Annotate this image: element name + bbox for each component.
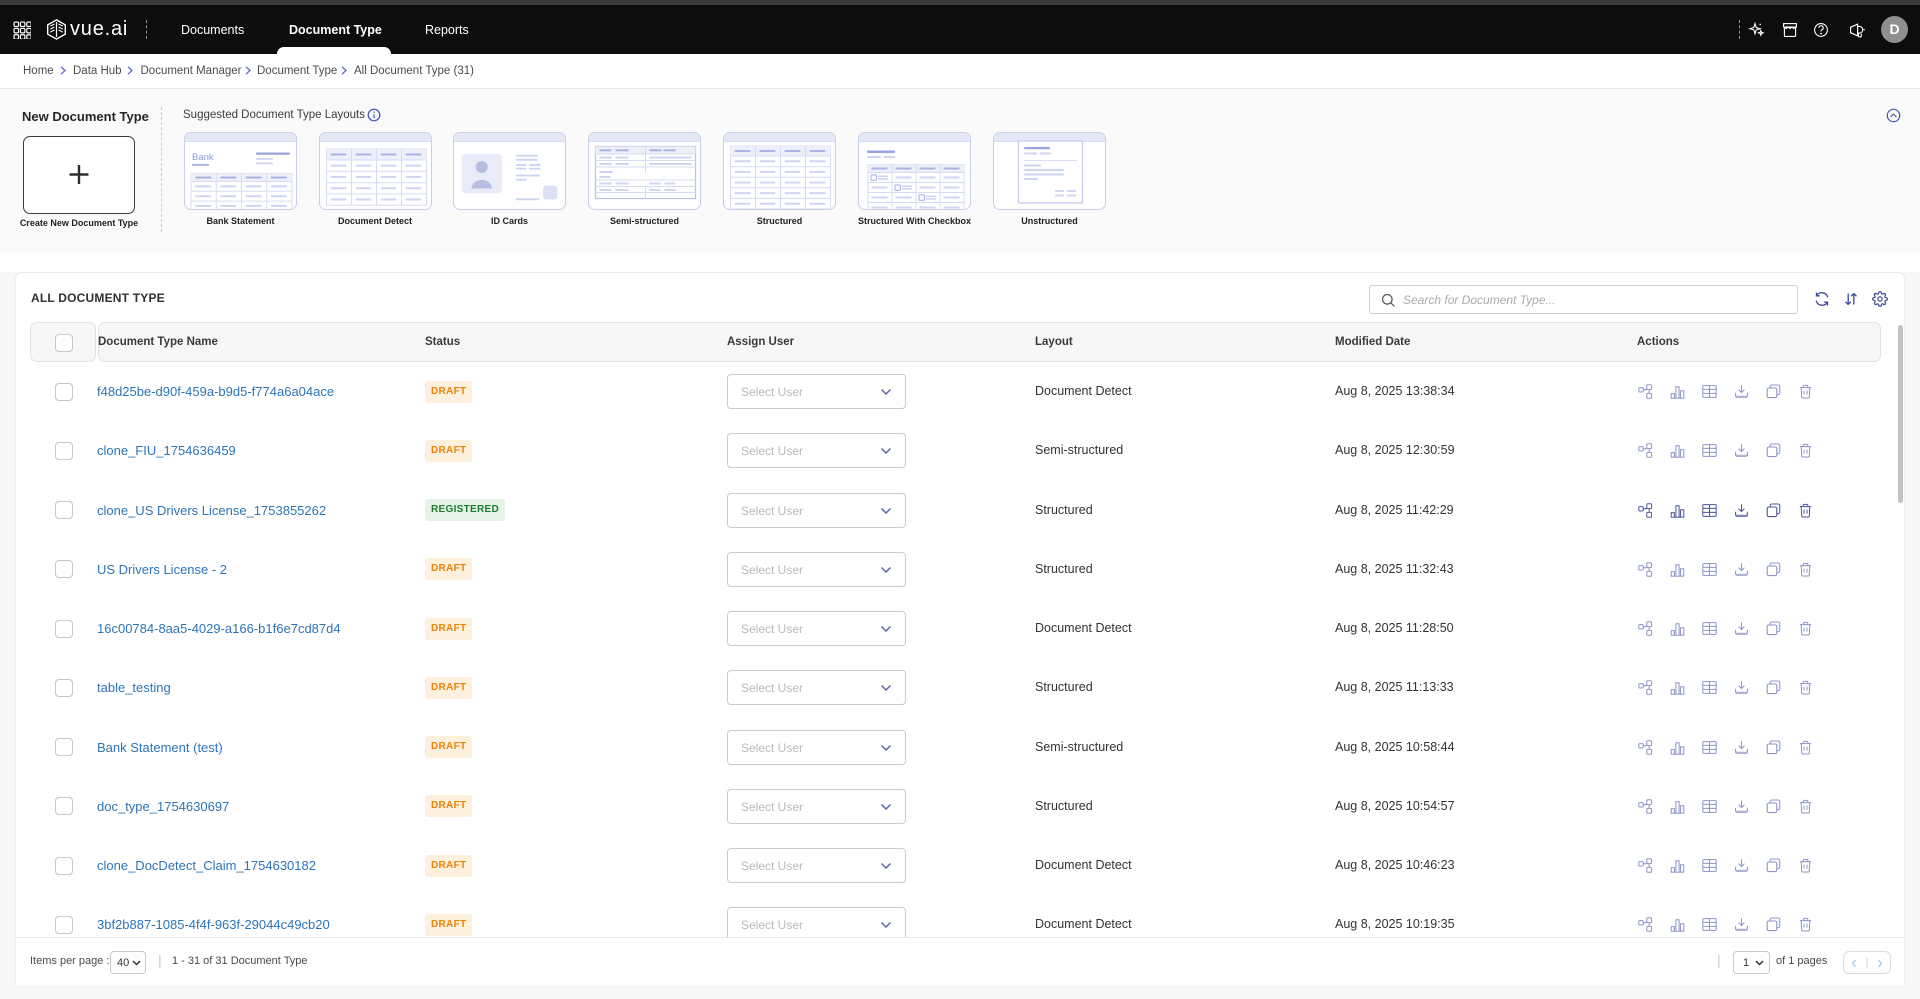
svg-text:Bank: Bank (192, 152, 214, 163)
